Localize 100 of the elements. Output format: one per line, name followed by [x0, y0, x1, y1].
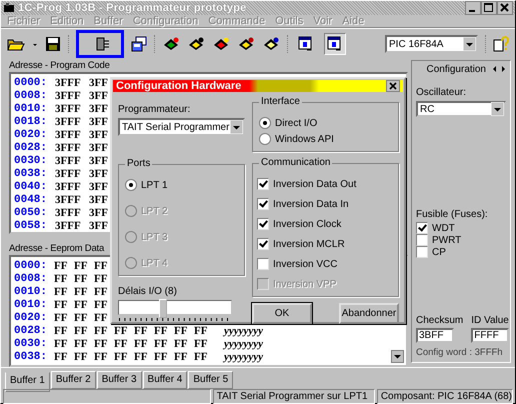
- hex-value: FF: [74, 324, 88, 336]
- buffer-tab[interactable]: Buffer 5: [188, 371, 234, 389]
- hex-value: FF: [74, 286, 88, 298]
- hex-value: FF: [54, 272, 68, 284]
- checksum-field[interactable]: 3BFF: [416, 328, 454, 343]
- hex-value: 3FF: [89, 180, 109, 192]
- address-text: 0030:: [14, 338, 48, 350]
- buffer-tab[interactable]: Buffer 3: [96, 371, 142, 389]
- buffer-tab[interactable]: Buffer 4: [142, 371, 188, 389]
- window-title: 1C-Prog 1.03B - Programmateur prototype: [18, 2, 246, 14]
- dropdown-arrow-icon[interactable]: [230, 120, 243, 134]
- radio-button[interactable]: [259, 133, 271, 145]
- dropdown-arrow-icon[interactable]: [491, 102, 504, 116]
- dialog-title: Configuration Hardware: [116, 80, 242, 92]
- hex-value: FF: [134, 350, 148, 362]
- checkbox-label: Inversion Data In: [273, 198, 349, 210]
- checkbox-label: Inversion MCLR: [273, 238, 345, 250]
- hex-value: 3FF: [89, 154, 109, 166]
- address-text: 0028:: [14, 324, 48, 336]
- scroll-down-icon[interactable]: [391, 350, 404, 363]
- dropdown-arrow-icon[interactable]: [463, 37, 476, 51]
- hex-value: FF: [54, 324, 68, 336]
- hex-value: FF: [74, 298, 88, 310]
- hex-value: FF: [94, 338, 108, 350]
- view-toggle[interactable]: [324, 33, 346, 55]
- hex-value: 3FFF: [55, 168, 82, 180]
- hex-value: 3FFF: [55, 220, 82, 232]
- checkbox[interactable]: [257, 218, 269, 230]
- hex-value: FF: [54, 350, 68, 362]
- ok-button[interactable]: OK: [252, 303, 312, 324]
- close-icon[interactable]: [497, 1, 513, 15]
- radio-button[interactable]: [259, 117, 271, 129]
- hex-value: FF: [194, 338, 208, 350]
- hex-value: 3FF: [89, 168, 109, 180]
- hex-value: FF: [94, 260, 108, 272]
- minimize-icon[interactable]: [465, 1, 481, 15]
- cancel-button[interactable]: Abandonner: [339, 303, 399, 324]
- hex-value: FF: [54, 298, 68, 310]
- checkbox[interactable]: [257, 238, 269, 250]
- field-label: Programmateur:: [118, 104, 192, 115]
- field-label: ID Value: [471, 315, 510, 326]
- close-icon[interactable]: [386, 80, 400, 92]
- hex-value: 3FF: [89, 194, 109, 206]
- address-text: 0020:: [14, 312, 48, 324]
- hex-value: FF: [94, 324, 108, 336]
- hex-value: FF: [114, 350, 128, 362]
- help-icon[interactable]: [493, 36, 509, 52]
- chip-icon[interactable]: [237, 36, 255, 52]
- hex-value: FF: [174, 324, 188, 336]
- radio-label: Direct I/O: [275, 118, 318, 128]
- hex-value: FF: [74, 350, 88, 362]
- checkbox[interactable]: [257, 258, 269, 270]
- checkbox[interactable]: [416, 222, 428, 234]
- window-h-icon: [327, 36, 343, 52]
- hex-value: FF: [194, 324, 208, 336]
- group-title: Interface: [259, 96, 302, 107]
- status-text: Composant: PIC 16F84A (68): [376, 389, 513, 404]
- checkbox[interactable]: [416, 234, 428, 246]
- hex-value: FF: [54, 286, 68, 298]
- hex-value: 3FF: [89, 206, 109, 218]
- buffer-tab[interactable]: Buffer 1: [5, 372, 50, 392]
- checkbox-label: WDT: [432, 222, 455, 234]
- arrows-icon[interactable]: [492, 65, 506, 73]
- hex-value: FF: [94, 298, 108, 310]
- buffer-tab[interactable]: Buffer 2: [50, 371, 96, 389]
- chip-icon[interactable]: [187, 36, 205, 52]
- list-label: Adresse - Eeprom Data: [9, 243, 104, 254]
- hex-value: FF: [134, 338, 148, 350]
- checkbox[interactable]: [257, 198, 269, 210]
- maximize-icon[interactable]: [481, 1, 497, 15]
- slider-track[interactable]: [118, 300, 232, 315]
- checkbox-label: CP: [432, 246, 446, 258]
- hex-value: 3FFF: [55, 102, 82, 114]
- field-label: Fusible (Fuses):: [416, 209, 489, 220]
- ascii-text: yyyyyyyy: [224, 350, 264, 362]
- field-label: Checksum: [416, 315, 464, 326]
- status-text: TAIT Serial Programmer sur LPT1: [212, 389, 375, 404]
- radio-label: Windows API: [275, 134, 334, 144]
- id-value-field[interactable]: FFFF: [471, 328, 510, 343]
- programmer-dropdown[interactable]: TAIT Serial Programmer: [118, 118, 245, 136]
- address-text: 0048:: [14, 194, 48, 206]
- field-label: Oscillateur:: [416, 87, 468, 98]
- hex-value: FF: [74, 272, 88, 284]
- radio-label: LPT 3: [141, 232, 168, 242]
- device-dropdown[interactable]: PIC 16F84A: [385, 35, 478, 53]
- chip-icon[interactable]: [262, 36, 280, 52]
- address-text: 0028:: [14, 142, 48, 154]
- hex-value: FF: [154, 324, 168, 336]
- hex-value: FF: [154, 338, 168, 350]
- radio-button[interactable]: [125, 179, 137, 191]
- chip-icon[interactable]: [212, 36, 230, 52]
- checkbox[interactable]: [257, 178, 269, 190]
- slider-thumb[interactable]: [158, 299, 167, 318]
- chip-icon[interactable]: [162, 36, 180, 52]
- window-a-icon: [298, 36, 314, 52]
- checkbox[interactable]: [416, 246, 428, 258]
- oscillator-dropdown[interactable]: RC: [416, 101, 506, 117]
- hex-value: 3FFF: [55, 128, 82, 140]
- hex-value: 3FFF: [55, 180, 82, 192]
- hex-value: 3FFF: [55, 90, 82, 102]
